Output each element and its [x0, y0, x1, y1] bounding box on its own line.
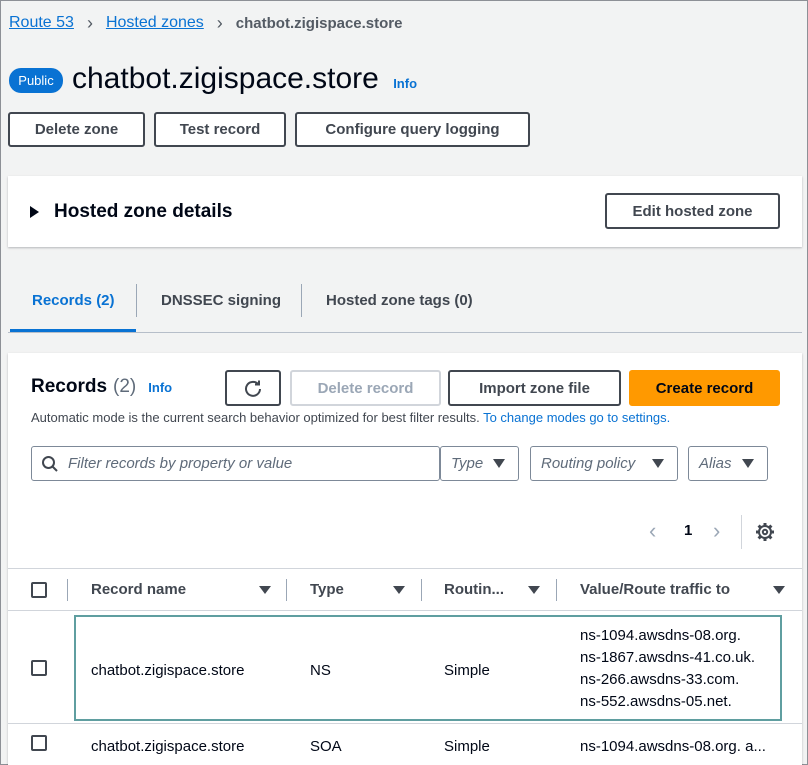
select-all-checkbox[interactable]: [31, 582, 47, 598]
title-info-link[interactable]: Info: [393, 76, 417, 91]
tab-bar: Records (2) DNSSEC signing Hosted zone t…: [8, 268, 802, 333]
table-row[interactable]: chatbot.zigispace.store NS Simple ns-109…: [8, 611, 802, 724]
caret-down-icon: [652, 459, 664, 468]
search-placeholder: Filter records by property or value: [68, 455, 293, 472]
search-icon: [42, 455, 58, 472]
column-header-routing[interactable]: Routin...: [444, 581, 504, 598]
record-value-line: ns-1867.awsdns-41.co.uk.: [580, 649, 756, 666]
routing-policy-filter-label: Routing policy: [541, 455, 636, 472]
record-routing-cell: Simple: [444, 738, 490, 755]
record-type-cell: NS: [310, 662, 331, 679]
hosted-zone-details-toggle[interactable]: Hosted zone details: [30, 201, 232, 223]
refresh-icon: [245, 380, 261, 397]
public-badge: Public: [9, 68, 63, 93]
tab-records[interactable]: Records (2): [32, 292, 115, 309]
table-row[interactable]: chatbot.zigispace.store SOA Simple ns-10…: [8, 724, 802, 765]
sort-caret-icon[interactable]: [259, 586, 271, 594]
record-value-line: ns-552.awsdns-05.net.: [580, 693, 732, 710]
record-value-line: ns-1094.awsdns-08.org.: [580, 627, 741, 644]
breadcrumb-route53-link[interactable]: Route 53: [9, 14, 74, 32]
delete-zone-button[interactable]: Delete zone: [8, 112, 145, 147]
expand-triangle-icon: [30, 206, 39, 218]
routing-policy-filter-select[interactable]: Routing policy: [530, 446, 678, 481]
column-header-type[interactable]: Type: [310, 581, 344, 598]
breadcrumb-current: chatbot.zigispace.store: [235, 14, 403, 32]
caret-down-icon: [742, 459, 754, 468]
records-title: Records: [31, 376, 108, 397]
alias-filter-label: Alias: [699, 455, 732, 472]
hosted-zone-details-title: Hosted zone details: [54, 201, 233, 222]
hosted-zone-details-panel: Hosted zone details Edit hosted zone: [8, 176, 802, 247]
row-checkbox[interactable]: [31, 660, 47, 676]
row-checkbox[interactable]: [31, 735, 47, 751]
next-page-icon[interactable]: ›: [713, 519, 720, 543]
column-header-value[interactable]: Value/Route traffic to: [580, 581, 730, 598]
search-mode-text: Automatic mode is the current search beh…: [31, 410, 480, 425]
caret-down-icon: [493, 459, 505, 468]
breadcrumb-hosted-zones-link[interactable]: Hosted zones: [106, 14, 204, 32]
page-title: chatbot.zigispace.store Info: [72, 59, 417, 104]
records-info-link[interactable]: Info: [148, 380, 172, 395]
import-zone-file-button[interactable]: Import zone file: [448, 370, 621, 406]
records-heading: Records (2) Info: [31, 376, 172, 398]
page-title-text: chatbot.zigispace.store: [72, 62, 379, 95]
page-number[interactable]: 1: [684, 522, 692, 539]
record-value-cell: ns-1094.awsdns-08.org. a...: [580, 738, 766, 755]
test-record-button[interactable]: Test record: [154, 112, 286, 147]
prev-page-icon[interactable]: ‹: [649, 519, 656, 543]
edit-hosted-zone-button[interactable]: Edit hosted zone: [605, 193, 780, 229]
create-record-button[interactable]: Create record: [629, 370, 780, 406]
settings-gear-icon[interactable]: [755, 522, 775, 547]
sort-caret-icon[interactable]: [528, 586, 540, 594]
sort-caret-icon[interactable]: [773, 586, 785, 594]
record-name-cell: chatbot.zigispace.store: [91, 738, 245, 755]
sort-caret-icon[interactable]: [393, 586, 405, 594]
breadcrumb: Route 53 › Hosted zones › chatbot.zigisp…: [9, 13, 403, 33]
type-filter-label: Type: [451, 455, 484, 472]
type-filter-select[interactable]: Type: [440, 446, 519, 481]
chevron-right-icon: ›: [216, 13, 223, 33]
alias-filter-select[interactable]: Alias: [688, 446, 768, 481]
column-header-record-name[interactable]: Record name: [91, 581, 186, 598]
refresh-button[interactable]: [225, 370, 281, 406]
tab-dnssec-signing[interactable]: DNSSEC signing: [161, 292, 281, 309]
record-routing-cell: Simple: [444, 662, 490, 679]
search-mode-note: Automatic mode is the current search beh…: [31, 410, 670, 425]
record-value-cell: ns-1094.awsdns-08.org. ns-1867.awsdns-41…: [580, 625, 755, 713]
records-count: (2): [113, 376, 137, 397]
active-tab-indicator: [10, 329, 136, 332]
record-name-cell: chatbot.zigispace.store: [91, 662, 245, 679]
table-header: Record name Type Routin... Value/Route t…: [8, 568, 802, 611]
record-type-cell: SOA: [310, 738, 342, 755]
records-panel: Records (2) Info Delete record Import zo…: [8, 353, 802, 765]
chevron-right-icon: ›: [86, 13, 93, 33]
search-input[interactable]: Filter records by property or value: [31, 446, 440, 481]
settings-link[interactable]: To change modes go to settings.: [483, 410, 670, 425]
tab-hosted-zone-tags[interactable]: Hosted zone tags (0): [326, 292, 473, 309]
record-value-line: ns-266.awsdns-33.com.: [580, 671, 740, 688]
configure-query-logging-button[interactable]: Configure query logging: [295, 112, 530, 147]
delete-record-button[interactable]: Delete record: [290, 370, 441, 406]
